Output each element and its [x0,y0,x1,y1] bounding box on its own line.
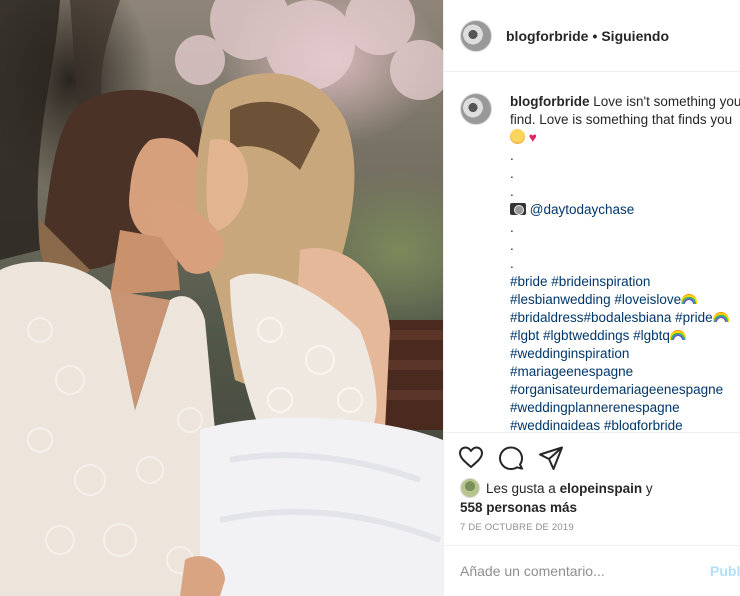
likes-count[interactable]: 558 personas más [460,500,577,515]
hashtag-line: #bridaldress#bodalesbiana #pride [510,309,740,327]
smiling-face-icon [510,129,525,144]
comment-input[interactable] [460,563,680,579]
hashtag-link[interactable]: #lesbianwedding [510,292,611,307]
hashtag-link[interactable]: #weddingideas [510,418,600,430]
hashtag-link[interactable]: #mariageenespagne [510,364,633,379]
hashtag-link[interactable]: #lgbtq [633,328,670,343]
separator-dot: • [592,27,598,44]
hashtag-line: #organisateurdemariageenespagne [510,381,740,399]
hashtag-line: #lgbt #lgbtweddings #lgbtq [510,327,740,345]
caption-username[interactable]: blogforbride [510,94,590,109]
hashtag-link[interactable]: #weddinginspiration [510,346,629,361]
caption-dot: . [510,166,514,181]
hashtag-link[interactable]: #weddingplannerenespagne [510,400,680,415]
hashtag-link[interactable]: #organisateurdemariageenespagne [510,382,723,397]
post-header: blogforbride • Siguiendo [444,0,740,72]
post-date[interactable]: 7 DE OCTUBRE DE 2019 [460,522,574,533]
author-username[interactable]: blogforbride [506,28,588,44]
hashtag-link[interactable]: #blogforbride [604,418,683,430]
rainbow-icon [669,330,686,340]
hashtag-line: #bride #brideinspiration [510,273,740,291]
hashtag-line: #mariageenespagne [510,363,740,381]
heart-icon[interactable] [458,445,484,482]
hashtag-link[interactable]: #brideinspiration [551,274,650,289]
action-bar [444,432,740,482]
share-icon[interactable] [538,445,564,482]
caption-dot: . [510,238,514,253]
caption-comment: blogforbride Love isn't something you fi… [460,93,740,430]
likes-prefix: Les gusta a [486,481,556,496]
red-heart-icon: ♥ [528,130,537,145]
post-comment-button[interactable]: Publicar [710,563,740,579]
author-line: blogforbride • Siguiendo [506,28,669,44]
liker-username[interactable]: elopeinspain [560,481,643,496]
follow-status[interactable]: Siguiendo [601,28,669,44]
hashtag-link[interactable]: #pride [675,310,713,325]
hashtag-link[interactable]: #bridaldress#bodalesbiana [510,310,671,325]
likes-conj: y [645,481,653,496]
hashtag-link[interactable]: #bride [510,274,548,289]
rainbow-icon [681,294,698,304]
hashtag-line: #weddinginspiration [510,345,740,363]
wedding-photo [0,0,443,596]
mention-link[interactable]: @daytodaychase [530,202,635,217]
hashtag-line: #weddingplannerenespagne [510,399,740,417]
comments-area[interactable]: blogforbride Love isn't something you fi… [444,73,740,430]
caption-dot: . [510,256,514,271]
hashtag-link[interactable]: #lgbt [510,328,539,343]
post-sidebar: blogforbride • Siguiendo blogforbride Love… [443,0,740,596]
post-photo[interactable] [0,0,443,596]
caption-dot: . [510,184,514,199]
caption-dot: . [510,220,514,235]
comment-icon[interactable] [498,445,524,482]
hashtag-link[interactable]: #loveislove [614,292,681,307]
liker-avatar[interactable] [460,478,480,498]
caption-line-1: Love isn't something you [593,94,740,109]
camera-icon [510,203,526,215]
caption-text: blogforbride Love isn't something you fi… [510,93,740,430]
hashtag-link[interactable]: #lgbtweddings [543,328,629,343]
hashtag-line: #weddingideas #blogforbride [510,417,740,430]
author-avatar[interactable] [460,19,492,52]
caption-avatar[interactable] [460,93,492,125]
caption-dot: . [510,148,514,163]
post-modal: blogforbride • Siguiendo blogforbride Love… [0,0,740,596]
caption-line-2: find. Love is something that finds you [510,112,733,127]
rainbow-icon [712,312,729,322]
likes-summary: Les gusta a elopeinspain y 558 personas … [460,478,730,517]
add-comment-section: Publicar [444,545,740,596]
hashtag-line: #lesbianwedding #loveislove [510,291,740,309]
